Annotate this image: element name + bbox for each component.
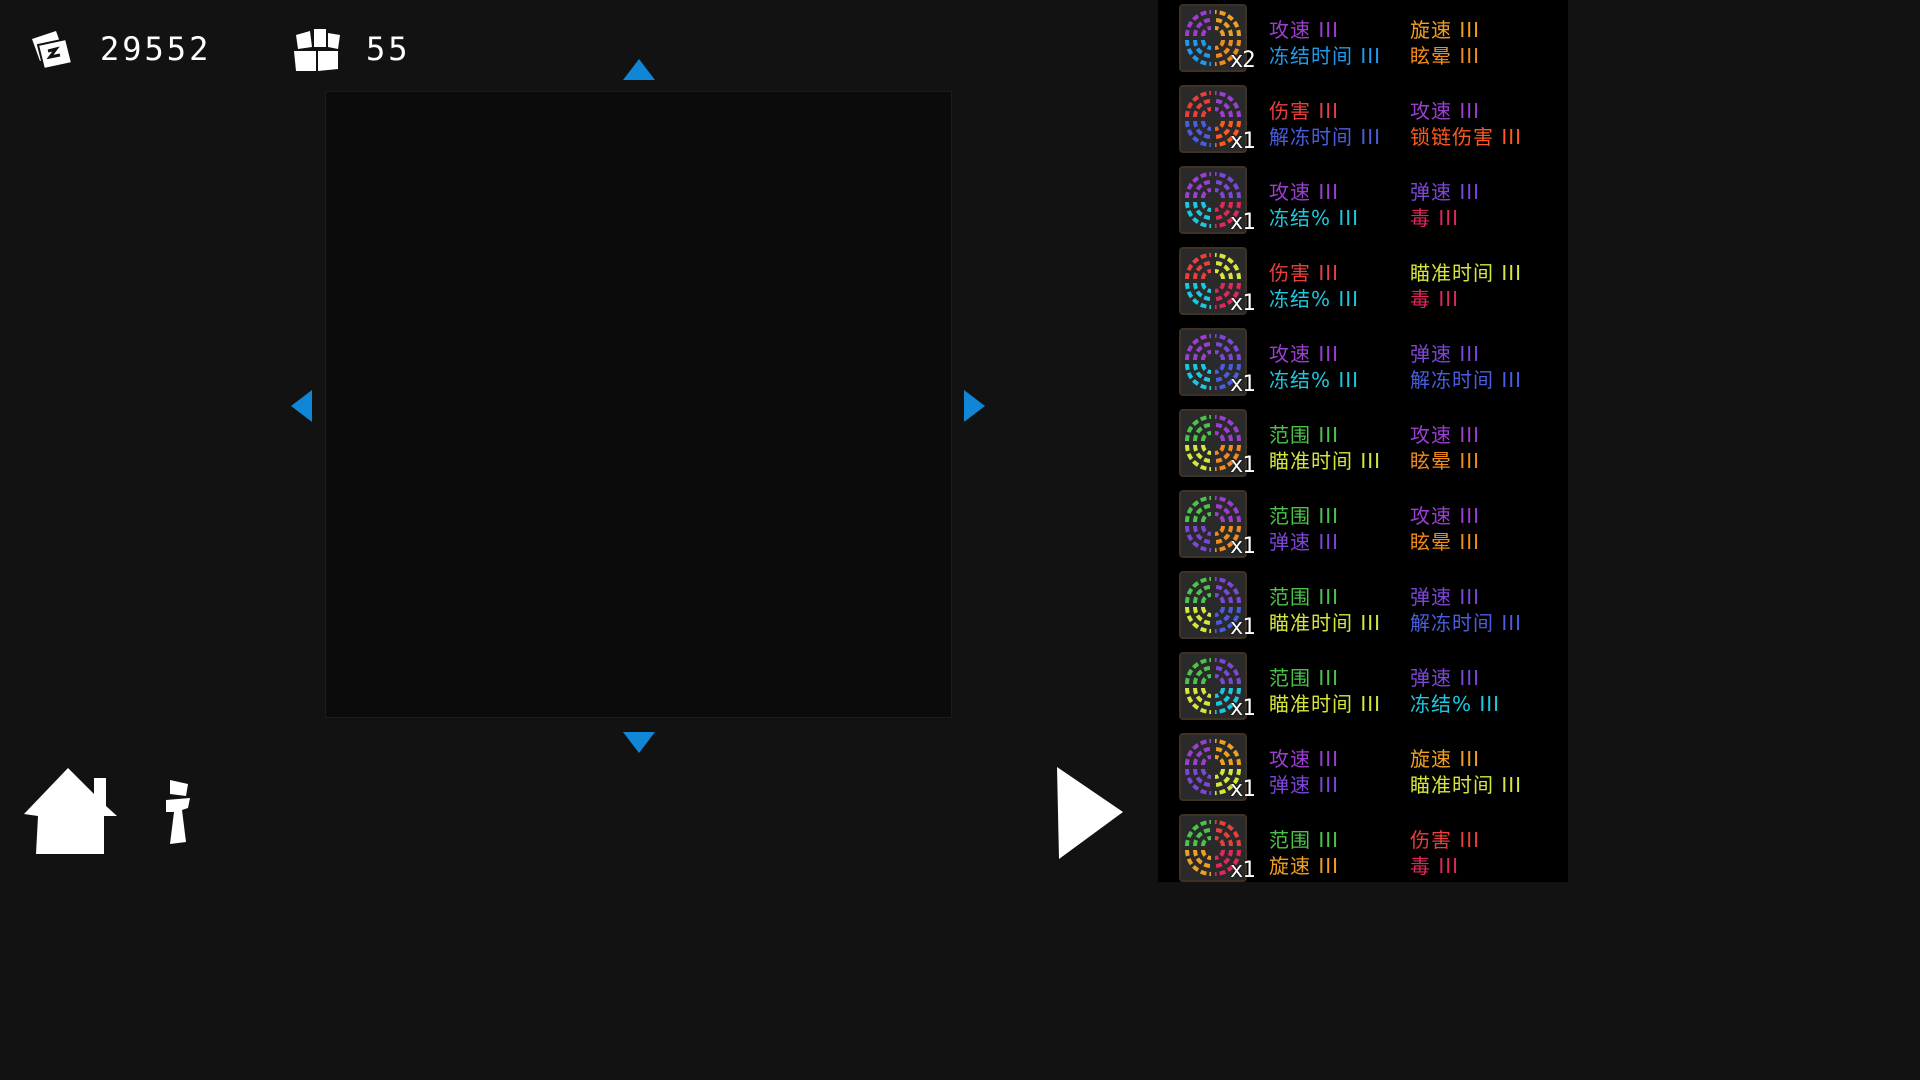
build-board[interactable]: [325, 91, 952, 718]
inventory-item[interactable]: x1 范围 III 弹速 III 瞄准时间 III 解冻时间 III: [1158, 567, 1568, 648]
home-icon: [24, 768, 117, 854]
cubes-icon: [294, 29, 340, 71]
scroll-down-arrow[interactable]: [623, 732, 655, 753]
stat-label: 解冻时间 III: [1269, 125, 1382, 149]
scroll-left-arrow[interactable]: [291, 390, 312, 422]
cubes-amount: 55: [366, 30, 411, 68]
stat-label: 锁链伤害 III: [1410, 125, 1523, 149]
stat-label: 范围 III: [1269, 504, 1340, 528]
stat-label: 范围 III: [1269, 666, 1340, 690]
stat-label: 攻速 III: [1269, 747, 1340, 771]
stat-label: 冻结% III: [1410, 692, 1501, 716]
play-icon: [1057, 767, 1123, 859]
info-button[interactable]: [162, 778, 194, 850]
inventory-item[interactable]: x1 范围 III 攻速 III 弹速 III 眩晕 III: [1158, 486, 1568, 567]
stat-label: 范围 III: [1269, 585, 1340, 609]
stat-label: 瞄准时间 III: [1269, 449, 1382, 473]
stat-label: 攻速 III: [1269, 342, 1340, 366]
inventory-item[interactable]: x1 伤害 III 瞄准时间 III 冻结% III 毒 III: [1158, 243, 1568, 324]
play-button[interactable]: [1055, 765, 1125, 865]
stat-label: 冻结% III: [1269, 368, 1360, 392]
inventory-item[interactable]: x1 范围 III 攻速 III 瞄准时间 III 眩晕 III: [1158, 405, 1568, 486]
stat-label: 弹速 III: [1410, 342, 1481, 366]
scroll-up-arrow[interactable]: [623, 59, 655, 80]
stat-label: 毒 III: [1410, 206, 1460, 230]
stat-label: 冻结% III: [1269, 287, 1360, 311]
stat-label: 伤害 III: [1410, 828, 1481, 852]
item-count: x1: [1230, 696, 1255, 721]
stat-label: 眩晕 III: [1410, 530, 1481, 554]
stat-label: 瞄准时间 III: [1269, 611, 1382, 635]
stat-label: 冻结时间 III: [1269, 44, 1382, 68]
stat-label: 弹速 III: [1269, 530, 1340, 554]
stat-label: 攻速 III: [1269, 180, 1340, 204]
stat-label: 旋速 III: [1410, 747, 1481, 771]
gold-counter: 29552: [28, 22, 211, 76]
stat-label: 毒 III: [1410, 854, 1460, 878]
item-count: x1: [1230, 777, 1255, 802]
inventory-item[interactable]: x1 攻速 III 旋速 III 弹速 III 瞄准时间 III: [1158, 729, 1568, 810]
item-count: x1: [1230, 615, 1255, 640]
stat-label: 眩晕 III: [1410, 449, 1481, 473]
inventory-item[interactable]: x1 范围 III 伤害 III 旋速 III 毒 III: [1158, 810, 1568, 891]
stat-label: 毒 III: [1410, 287, 1460, 311]
stat-label: 攻速 III: [1410, 504, 1481, 528]
stat-label: 旋速 III: [1410, 18, 1481, 42]
inventory-panel[interactable]: x2 攻速 III 旋速 III 冻结时间 III 眩晕 III x1 伤害 III 攻速 I…: [1158, 0, 1568, 883]
item-count: x1: [1230, 129, 1255, 154]
cubes-counter: 55: [292, 22, 411, 76]
home-button[interactable]: [22, 766, 118, 860]
stat-label: 弹速 III: [1410, 180, 1481, 204]
item-count: x1: [1230, 534, 1255, 559]
scroll-right-arrow[interactable]: [964, 390, 985, 422]
stat-label: 弹速 III: [1410, 585, 1481, 609]
stat-label: 瞄准时间 III: [1410, 773, 1523, 797]
item-count: x1: [1230, 291, 1255, 316]
stat-label: 伤害 III: [1269, 261, 1340, 285]
item-count: x1: [1230, 453, 1255, 478]
stat-label: 伤害 III: [1269, 99, 1340, 123]
stat-label: 眩晕 III: [1410, 44, 1481, 68]
inventory-item[interactable]: x1 攻速 III 弹速 III 冻结% III 解冻时间 III: [1158, 324, 1568, 405]
item-count: x1: [1230, 210, 1255, 235]
stat-label: 范围 III: [1269, 828, 1340, 852]
inventory-item[interactable]: x1 范围 III 弹速 III 瞄准时间 III 冻结% III: [1158, 648, 1568, 729]
stat-label: 弹速 III: [1269, 773, 1340, 797]
inventory-item[interactable]: x2 攻速 III 旋速 III 冻结时间 III 眩晕 III: [1158, 0, 1568, 81]
item-count: x1: [1230, 372, 1255, 397]
stat-label: 冻结% III: [1269, 206, 1360, 230]
stat-label: 旋速 III: [1269, 854, 1340, 878]
gold-bills-icon: [32, 31, 74, 71]
stat-label: 瞄准时间 III: [1410, 261, 1523, 285]
stat-label: 解冻时间 III: [1410, 611, 1523, 635]
stat-label: 弹速 III: [1410, 666, 1481, 690]
stat-label: 攻速 III: [1410, 99, 1481, 123]
inventory-item[interactable]: x1 攻速 III 弹速 III 冻结% III 毒 III: [1158, 162, 1568, 243]
stat-label: 范围 III: [1269, 423, 1340, 447]
inventory-item[interactable]: x1 伤害 III 攻速 III 解冻时间 III 锁链伤害 III: [1158, 81, 1568, 162]
item-count: x2: [1230, 48, 1255, 73]
info-icon: [166, 780, 190, 844]
stat-label: 解冻时间 III: [1410, 368, 1523, 392]
stat-label: 瞄准时间 III: [1269, 692, 1382, 716]
gold-amount: 29552: [100, 30, 212, 68]
stat-label: 攻速 III: [1269, 18, 1340, 42]
stat-label: 攻速 III: [1410, 423, 1481, 447]
item-count: x1: [1230, 858, 1255, 883]
